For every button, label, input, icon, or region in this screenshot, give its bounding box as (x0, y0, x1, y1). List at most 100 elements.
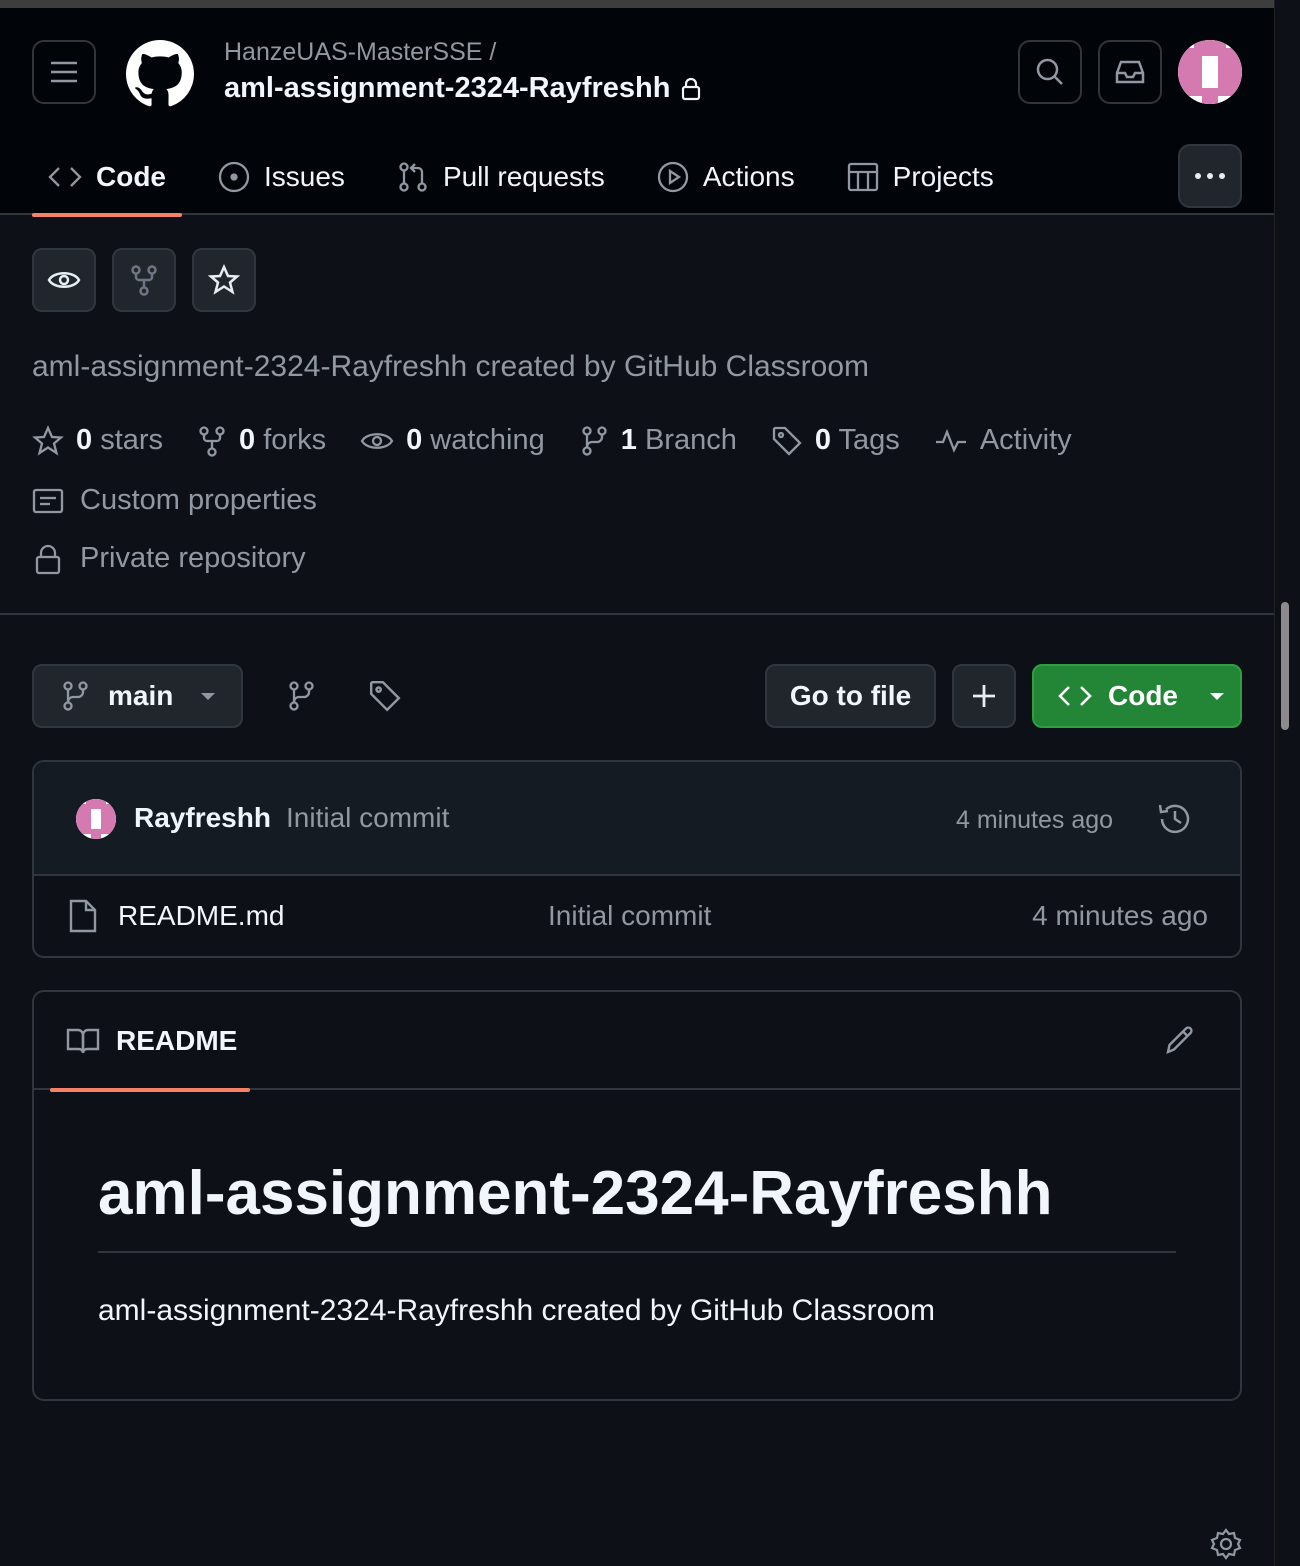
more-tabs-button[interactable] (1178, 144, 1242, 208)
stars-count: 0 (76, 424, 93, 456)
latest-commit-bar: Rayfreshh Initial commit 4 minutes ago (34, 762, 1240, 876)
fork-icon (131, 265, 157, 296)
tab-code-label: Code (96, 160, 166, 192)
watch-button[interactable] (32, 248, 96, 312)
commit-time: 4 minutes ago (956, 806, 1114, 834)
commit-message-link[interactable]: Initial commit (286, 802, 449, 834)
activity-label: Activity (979, 424, 1072, 456)
menu-button[interactable] (32, 40, 96, 104)
issue-icon (218, 161, 250, 192)
kebab-dot-icon (1207, 173, 1213, 179)
file-icon (68, 898, 98, 939)
code-button-label: Code (1108, 680, 1178, 711)
pencil-icon (1166, 1026, 1193, 1054)
star-button[interactable] (192, 248, 256, 312)
readme-body-text: aml-assignment-2324-Rayfreshh created by… (98, 1294, 936, 1327)
tags-label: Tags (838, 424, 900, 456)
branches-link[interactable]: 1 Branch (579, 424, 737, 457)
code-icon (1058, 686, 1092, 706)
inbox-button[interactable] (1098, 40, 1162, 104)
file-name-link[interactable]: README.md (118, 900, 284, 932)
kebab-dot-icon (1195, 173, 1201, 179)
scrollbar-thumb[interactable] (1281, 602, 1289, 730)
tags-button[interactable] (368, 676, 402, 721)
caret-down-icon (201, 693, 216, 700)
tag-icon (772, 426, 802, 456)
pull-request-icon (399, 161, 427, 192)
add-file-button[interactable] (952, 664, 1016, 728)
commit-author-avatar[interactable] (76, 799, 116, 839)
forks-link[interactable]: 0 forks (197, 424, 326, 457)
readme-tab[interactable]: README (50, 992, 250, 1092)
activity-link[interactable]: Activity (934, 424, 1072, 457)
gear-icon (1210, 1528, 1242, 1560)
tab-issues[interactable]: Issues (202, 138, 361, 215)
tab-code[interactable]: Code (32, 138, 182, 217)
readme-tab-label: README (116, 1025, 238, 1056)
readme-panel: README aml-assignment-2324-Rayfreshh aml… (32, 990, 1242, 1401)
go-to-file-button[interactable]: Go to file (765, 664, 936, 728)
repo-stats: 0 stars 0 forks 0 watching 1 Branch 0 Ta… (32, 424, 1106, 457)
tab-pull-requests[interactable]: Pull requests (381, 138, 621, 215)
file-commit-message-link[interactable]: Initial commit (548, 900, 711, 932)
tag-icon (369, 680, 401, 712)
fork-icon (199, 425, 225, 457)
branches-button[interactable] (286, 676, 316, 721)
user-avatar[interactable] (1178, 40, 1242, 104)
star-icon (32, 424, 64, 456)
forks-count: 0 (239, 424, 256, 456)
readme-header: README (34, 992, 1240, 1092)
book-icon (66, 1028, 100, 1054)
history-icon (1158, 804, 1190, 834)
branch-selector[interactable]: main (32, 664, 243, 728)
window-top-bar (0, 0, 1274, 8)
tab-projects[interactable]: Projects (831, 138, 1010, 215)
file-commit-time: 4 minutes ago (1032, 900, 1208, 931)
pulse-icon (935, 428, 966, 453)
stars-link[interactable]: 0 stars (32, 424, 163, 457)
tags-count: 0 (814, 424, 831, 456)
file-row[interactable]: README.md Initial commit 4 minutes ago (34, 876, 1240, 956)
commit-author-link[interactable]: Rayfreshh (134, 802, 271, 834)
plus-icon (973, 685, 995, 707)
table-icon (847, 162, 878, 191)
repo-name-link[interactable]: aml-assignment-2324-Rayfreshh (224, 72, 702, 105)
repo-name-text: aml-assignment-2324-Rayfreshh (224, 72, 671, 104)
tab-issues-label: Issues (264, 160, 345, 192)
search-icon (1036, 58, 1063, 85)
window-edge (1274, 0, 1300, 1566)
tab-pull-requests-label: Pull requests (442, 160, 605, 192)
branch-icon (582, 425, 607, 456)
branch-label: Branch (644, 424, 737, 456)
repo-nav-tabs: Code Issues Pull requests Actions Projec… (32, 138, 1030, 217)
history-button[interactable] (1156, 800, 1194, 843)
code-clone-button[interactable]: Code (1032, 664, 1242, 728)
lock-icon (35, 544, 61, 574)
private-repository-label: Private repository (80, 542, 306, 574)
edit-readme-button[interactable] (1164, 1024, 1196, 1061)
custom-properties-link[interactable]: Custom properties (32, 484, 317, 517)
forks-label: forks (263, 424, 327, 456)
eye-icon (47, 272, 81, 288)
branch-icon (63, 681, 88, 711)
repo-header: HanzeUAS-MasterSSE / aml-assignment-2324… (0, 8, 1274, 217)
branch-name: main (108, 680, 174, 711)
github-logo-icon[interactable] (126, 40, 194, 108)
tags-link[interactable]: 0 Tags (771, 424, 900, 457)
private-repository-indicator: Private repository (32, 542, 306, 575)
section-divider (0, 613, 1274, 615)
repo-description: aml-assignment-2324-Rayfreshh created by… (32, 350, 870, 383)
search-button[interactable] (1018, 40, 1082, 104)
watching-link[interactable]: 0 watching (360, 424, 545, 457)
play-icon (657, 161, 688, 192)
eye-icon (360, 432, 394, 449)
tab-actions[interactable]: Actions (641, 138, 811, 215)
watching-count: 0 (406, 424, 423, 456)
caret-down-icon (1210, 693, 1224, 700)
kebab-dot-icon (1219, 173, 1225, 179)
settings-button[interactable] (1210, 1528, 1242, 1565)
fork-button[interactable] (112, 248, 176, 312)
repo-owner-link[interactable]: HanzeUAS-MasterSSE / (224, 38, 496, 67)
watching-label: watching (430, 424, 545, 456)
note-icon (32, 488, 64, 513)
